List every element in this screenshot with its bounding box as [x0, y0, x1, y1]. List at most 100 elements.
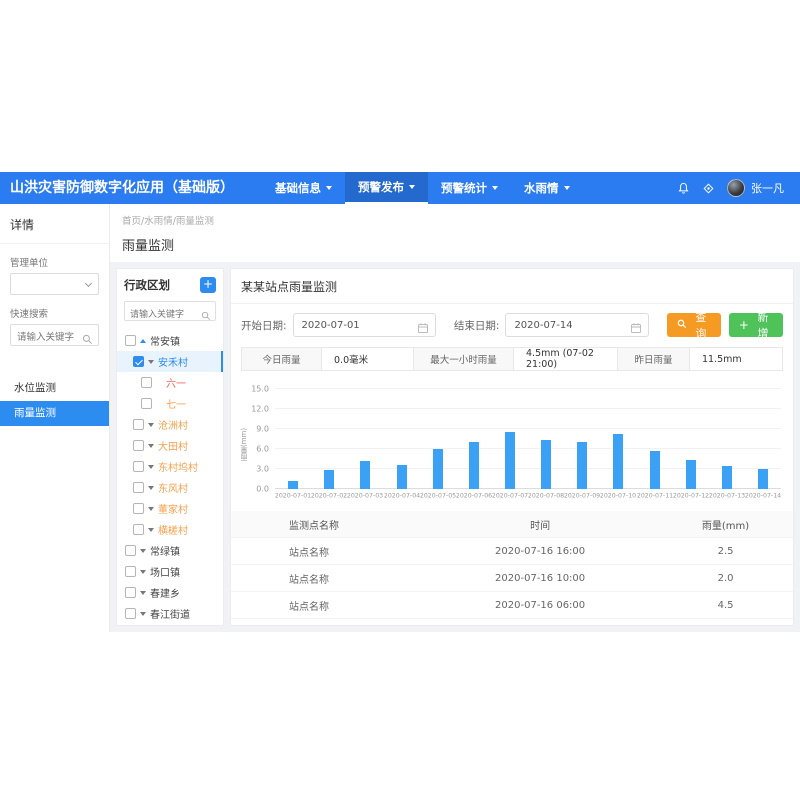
tree-item[interactable]: 春建乡 [117, 582, 223, 603]
start-date-input[interactable] [294, 320, 435, 331]
table-row: 站点名称2020-07-16 10:002.0 [231, 565, 793, 592]
caret-down-icon[interactable] [148, 507, 154, 511]
x-tick-label: 2020-07-05 [420, 492, 456, 499]
nav-item[interactable]: 基础信息 [262, 172, 345, 204]
add-button[interactable]: + 新增 [729, 313, 783, 337]
page-title: 雨量监测 [122, 235, 788, 254]
org-unit-select[interactable] [10, 273, 99, 295]
nav-item[interactable]: 预警发布 [345, 172, 428, 204]
x-tick-label: 2020-07-03 [347, 492, 383, 499]
search-icon [677, 319, 687, 332]
table-cell: 2.5 [658, 546, 793, 557]
tree-item[interactable]: 横槎村 [117, 519, 223, 540]
caret-down-icon[interactable] [140, 549, 146, 553]
stat-value: 0.0毫米 [322, 348, 414, 370]
tree-item[interactable]: 大源镇 [117, 624, 223, 626]
checkbox[interactable] [133, 440, 144, 451]
tree-item[interactable]: 董家村 [117, 498, 223, 519]
tree-item[interactable]: 常安镇 [117, 330, 223, 351]
tree-item[interactable]: 东风村 [117, 477, 223, 498]
tree-item[interactable]: 大田村 [117, 435, 223, 456]
sidebar-item[interactable]: 雨量监测 [0, 401, 109, 426]
stat-value: 4.5mm (07-02 21:00) [514, 348, 618, 370]
checkbox[interactable] [141, 398, 152, 409]
bar [541, 440, 551, 489]
stat-label: 今日雨量 [242, 348, 322, 370]
stat-label: 昨日雨量 [618, 348, 690, 370]
action-buttons: 查询 + 新增 [667, 313, 783, 337]
query-button[interactable]: 查询 [667, 313, 721, 337]
caret-up-icon[interactable] [140, 339, 146, 343]
checkbox[interactable] [133, 419, 144, 430]
caret-down-icon[interactable] [148, 528, 154, 532]
caret-down-icon[interactable] [140, 570, 146, 574]
region-tree: 常安镇安禾村六一七一沧洲村大田村东村坞村东风村董家村横槎村常绿镇场口镇春建乡春江… [117, 330, 223, 626]
x-tick-label: 2020-07-06 [456, 492, 492, 499]
checkbox[interactable] [133, 482, 144, 493]
table-row: 站点名称2020-07-16 06:004.5 [231, 592, 793, 619]
tree-item-label: 沧洲村 [158, 417, 188, 432]
tree-item-label: 横槎村 [158, 522, 188, 537]
caret-down-icon[interactable] [140, 591, 146, 595]
y-tick-label: 3.0 [256, 465, 269, 474]
checkbox[interactable] [125, 587, 136, 598]
end-date-input[interactable] [506, 320, 647, 331]
sidebar-menu: 水位监测雨量监测 [0, 376, 109, 426]
rainfall-table: 监测点名称时间雨量(mm)站点名称2020-07-16 16:002.5站点名称… [231, 511, 793, 625]
table-header-row: 监测点名称时间雨量(mm) [231, 511, 793, 538]
chevron-down-icon [409, 185, 415, 189]
bar [650, 451, 660, 489]
tree-item[interactable]: 春江街道 [117, 603, 223, 624]
table-cell: 2020-07-16 10:00 [422, 573, 658, 584]
checkbox[interactable] [125, 335, 136, 346]
bar [360, 461, 370, 489]
sidebar-item[interactable]: 水位监测 [0, 376, 109, 401]
y-tick-label: 15.0 [251, 385, 269, 394]
x-tick-label: 2020-07-07 [492, 492, 528, 499]
tree-item-label: 东村坞村 [158, 459, 198, 474]
nav-item[interactable]: 预警统计 [428, 172, 511, 204]
tree-item[interactable]: 六一 [117, 372, 223, 393]
gridline [275, 468, 781, 469]
nav-item-label: 预警发布 [358, 179, 404, 195]
tree-item[interactable]: 七一 [117, 393, 223, 414]
bar [577, 442, 587, 489]
caret-down-icon[interactable] [148, 423, 154, 427]
notification-bell-icon[interactable] [677, 182, 690, 195]
checkbox[interactable] [141, 377, 152, 388]
tree-item-label: 常绿镇 [150, 543, 180, 558]
table-row: 站点名称2020-07-16 16:002.5 [231, 538, 793, 565]
checkbox[interactable] [125, 545, 136, 556]
calendar-icon[interactable] [630, 319, 642, 338]
calendar-icon[interactable] [417, 319, 429, 338]
chevron-down-icon [564, 186, 570, 190]
caret-down-icon[interactable] [140, 612, 146, 616]
nav-item[interactable]: 水雨情 [511, 172, 583, 204]
add-region-button[interactable]: + [200, 277, 216, 293]
table-cell: 站点名称 [231, 544, 422, 559]
tree-search-box [124, 301, 216, 321]
tree-item[interactable]: 安禾村 [117, 351, 223, 372]
tree-item[interactable]: 沧洲村 [117, 414, 223, 435]
checkbox[interactable] [133, 524, 144, 535]
nav-item-label: 基础信息 [275, 180, 321, 196]
caret-down-icon[interactable] [148, 360, 154, 364]
x-tick-label: 2020-07-04 [383, 492, 419, 499]
plot-area-wrap: 0.03.06.09.012.015.02020-07-012020-07-02… [275, 383, 781, 505]
settings-icon[interactable] [702, 182, 715, 195]
user-menu[interactable]: 张一凡 [727, 179, 784, 197]
tree-item[interactable]: 场口镇 [117, 561, 223, 582]
table-cell: 2020-07-16 16:00 [422, 546, 658, 557]
tree-item[interactable]: 常绿镇 [117, 540, 223, 561]
caret-down-icon[interactable] [148, 486, 154, 490]
caret-down-icon[interactable] [148, 444, 154, 448]
checkbox[interactable] [133, 461, 144, 472]
checkbox[interactable] [133, 356, 144, 367]
tree-item[interactable]: 东村坞村 [117, 456, 223, 477]
checkbox[interactable] [133, 503, 144, 514]
gridline [275, 448, 781, 449]
checkbox[interactable] [125, 608, 136, 619]
checkbox[interactable] [125, 566, 136, 577]
gridline [275, 428, 781, 429]
caret-down-icon[interactable] [148, 465, 154, 469]
